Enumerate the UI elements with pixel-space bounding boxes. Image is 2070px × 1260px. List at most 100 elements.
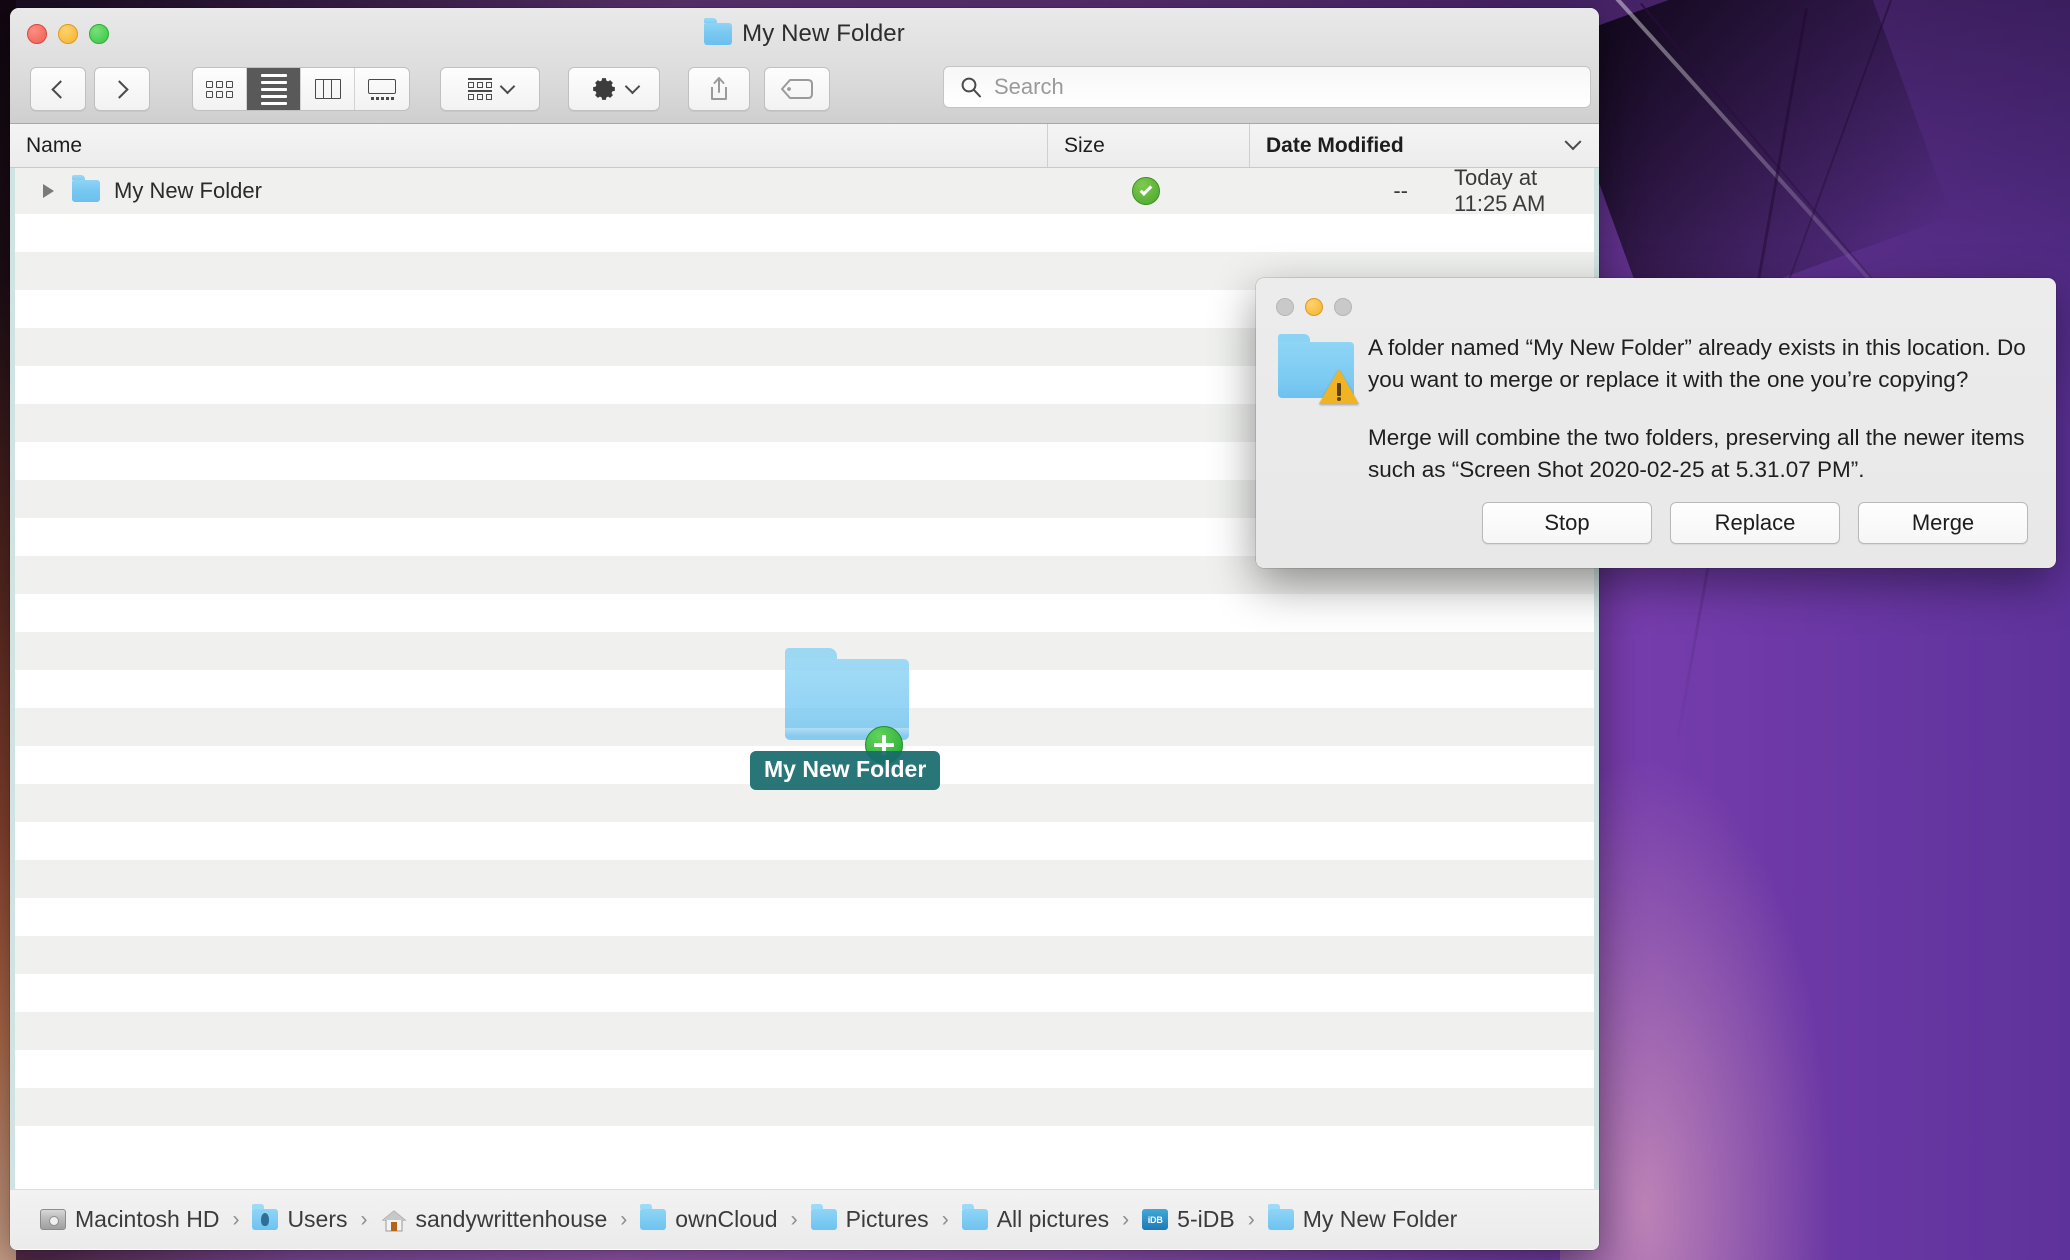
navigation-group xyxy=(30,67,150,111)
chevron-left-icon xyxy=(51,79,70,99)
column-view-button[interactable] xyxy=(301,68,355,110)
breadcrumb-item-users[interactable]: Users xyxy=(252,1204,348,1233)
breadcrumb-separator: › xyxy=(360,1207,368,1231)
maximize-button[interactable] xyxy=(89,24,109,44)
list-row-empty xyxy=(15,214,1594,252)
column-header-date-label: Date Modified xyxy=(1266,133,1404,157)
share-button[interactable] xyxy=(688,67,750,111)
dialog-traffic-lights xyxy=(1276,298,1352,316)
file-size-cell: -- xyxy=(1393,178,1408,203)
minimize-button[interactable] xyxy=(58,24,78,44)
dialog-paragraph-1: A folder named “My New Folder” already e… xyxy=(1368,335,2026,392)
arrange-icon xyxy=(467,78,492,100)
file-name-label: My New Folder xyxy=(114,178,262,203)
finder-window: My New Folder Search Name Size Date Modi… xyxy=(10,8,1599,1250)
table-row[interactable]: My New Folder -- Today at 11:25 AM xyxy=(15,168,1594,216)
gallery-icon xyxy=(368,78,396,100)
tag-button[interactable] xyxy=(764,67,830,111)
list-row-empty xyxy=(15,1012,1594,1050)
folder-icon xyxy=(640,1204,667,1230)
breadcrumb-item-sandywrittenhouse[interactable]: sandywrittenhouse xyxy=(381,1206,608,1233)
breadcrumb-label: Pictures xyxy=(845,1206,929,1232)
window-titlebar: My New Folder Search xyxy=(10,8,1599,124)
list-view-button[interactable] xyxy=(247,68,301,110)
breadcrumb-item-pictures[interactable]: Pictures xyxy=(810,1204,929,1233)
gallery-view-button[interactable] xyxy=(355,68,409,110)
column-header-name-label: Name xyxy=(26,133,83,157)
column-header-name[interactable]: Name xyxy=(10,124,1048,167)
list-row-empty xyxy=(15,898,1594,936)
column-headers: Name Size Date Modified xyxy=(10,124,1599,168)
list-row-empty xyxy=(15,974,1594,1012)
breadcrumb-label: All pictures xyxy=(996,1206,1110,1232)
gear-icon xyxy=(592,78,615,100)
breadcrumb-item-5-idb[interactable]: iDB 5-iDB xyxy=(1142,1206,1235,1233)
dialog-close-button[interactable] xyxy=(1276,298,1294,316)
merge-button[interactable]: Merge xyxy=(1858,502,2028,544)
list-row-empty xyxy=(15,936,1594,974)
share-icon xyxy=(711,77,727,100)
sync-status-cell xyxy=(1048,177,1243,205)
breadcrumb-label: My New Folder xyxy=(1302,1206,1458,1232)
list-row-empty xyxy=(15,1050,1594,1088)
stop-button[interactable]: Stop xyxy=(1482,502,1652,544)
traffic-lights xyxy=(27,24,109,44)
breadcrumb-separator: › xyxy=(1247,1207,1255,1231)
grid-icon xyxy=(206,80,233,98)
dialog-paragraph-2: Merge will combine the two folders, pres… xyxy=(1368,424,2025,482)
list-row-empty xyxy=(15,632,1594,670)
breadcrumb-separator: › xyxy=(1122,1207,1130,1231)
breadcrumb-label: 5-iDB xyxy=(1177,1206,1235,1232)
file-name-cell[interactable]: My New Folder xyxy=(15,175,1048,204)
search-icon xyxy=(961,77,981,98)
icon-view-button[interactable] xyxy=(193,68,247,110)
dialog-minimize-button[interactable] xyxy=(1305,298,1323,316)
breadcrumb-label: ownCloud xyxy=(675,1206,778,1232)
view-mode-group xyxy=(192,67,410,111)
close-button[interactable] xyxy=(27,24,47,44)
breadcrumb-item-macintosh-hd[interactable]: Macintosh HD xyxy=(40,1206,219,1233)
breadcrumb-separator: › xyxy=(232,1207,240,1231)
window-title-text: My New Folder xyxy=(742,20,905,47)
chevron-down-icon xyxy=(624,78,640,95)
home-icon xyxy=(381,1209,407,1232)
folder-icon xyxy=(1267,1204,1294,1230)
breadcrumb-label: Users xyxy=(287,1206,348,1232)
page-title: My New Folder xyxy=(10,18,1599,48)
tag-icon xyxy=(781,79,813,99)
column-header-size[interactable]: Size xyxy=(1048,124,1250,167)
list-icon xyxy=(260,73,287,105)
back-button[interactable] xyxy=(30,67,86,111)
disclosure-triangle-icon[interactable] xyxy=(43,184,54,198)
breadcrumb-item-all-pictures[interactable]: All pictures xyxy=(961,1204,1110,1233)
search-input[interactable]: Search xyxy=(943,66,1591,108)
dialog-buttons: Stop Replace Merge xyxy=(1482,502,2028,544)
list-row-empty xyxy=(15,822,1594,860)
forward-button[interactable] xyxy=(94,67,150,111)
search-placeholder: Search xyxy=(994,74,1064,99)
file-date-cell: Today at 11:25 AM xyxy=(1454,168,1546,216)
breadcrumb-separator: › xyxy=(941,1207,949,1231)
list-row-empty xyxy=(15,860,1594,898)
replace-button[interactable]: Replace xyxy=(1670,502,1840,544)
column-header-date-modified[interactable]: Date Modified xyxy=(1250,124,1599,167)
list-row-empty xyxy=(15,784,1594,822)
breadcrumb-item-my-new-folder[interactable]: My New Folder xyxy=(1267,1204,1458,1233)
breadcrumb-label: sandywrittenhouse xyxy=(415,1206,608,1232)
chevron-down-icon xyxy=(499,78,515,95)
dialog-maximize-button[interactable] xyxy=(1334,298,1352,316)
arrange-button[interactable] xyxy=(440,67,540,111)
breadcrumb-separator: › xyxy=(790,1207,798,1231)
chevron-down-icon xyxy=(1564,132,1582,150)
action-menu-button[interactable] xyxy=(568,67,660,111)
folder-icon xyxy=(704,18,733,45)
column-header-size-label: Size xyxy=(1064,133,1105,157)
columns-icon xyxy=(314,79,341,99)
list-row-empty xyxy=(15,1126,1594,1164)
breadcrumb: Macintosh HD › Users › sandywrittenhouse… xyxy=(10,1189,1599,1249)
dialog-message: A folder named “My New Folder” already e… xyxy=(1368,332,2028,486)
breadcrumb-item-owncloud[interactable]: ownCloud xyxy=(640,1204,778,1233)
folder-icon xyxy=(72,175,100,202)
folder-icon xyxy=(961,1204,988,1230)
idb-folder-icon: iDB xyxy=(1142,1209,1169,1230)
